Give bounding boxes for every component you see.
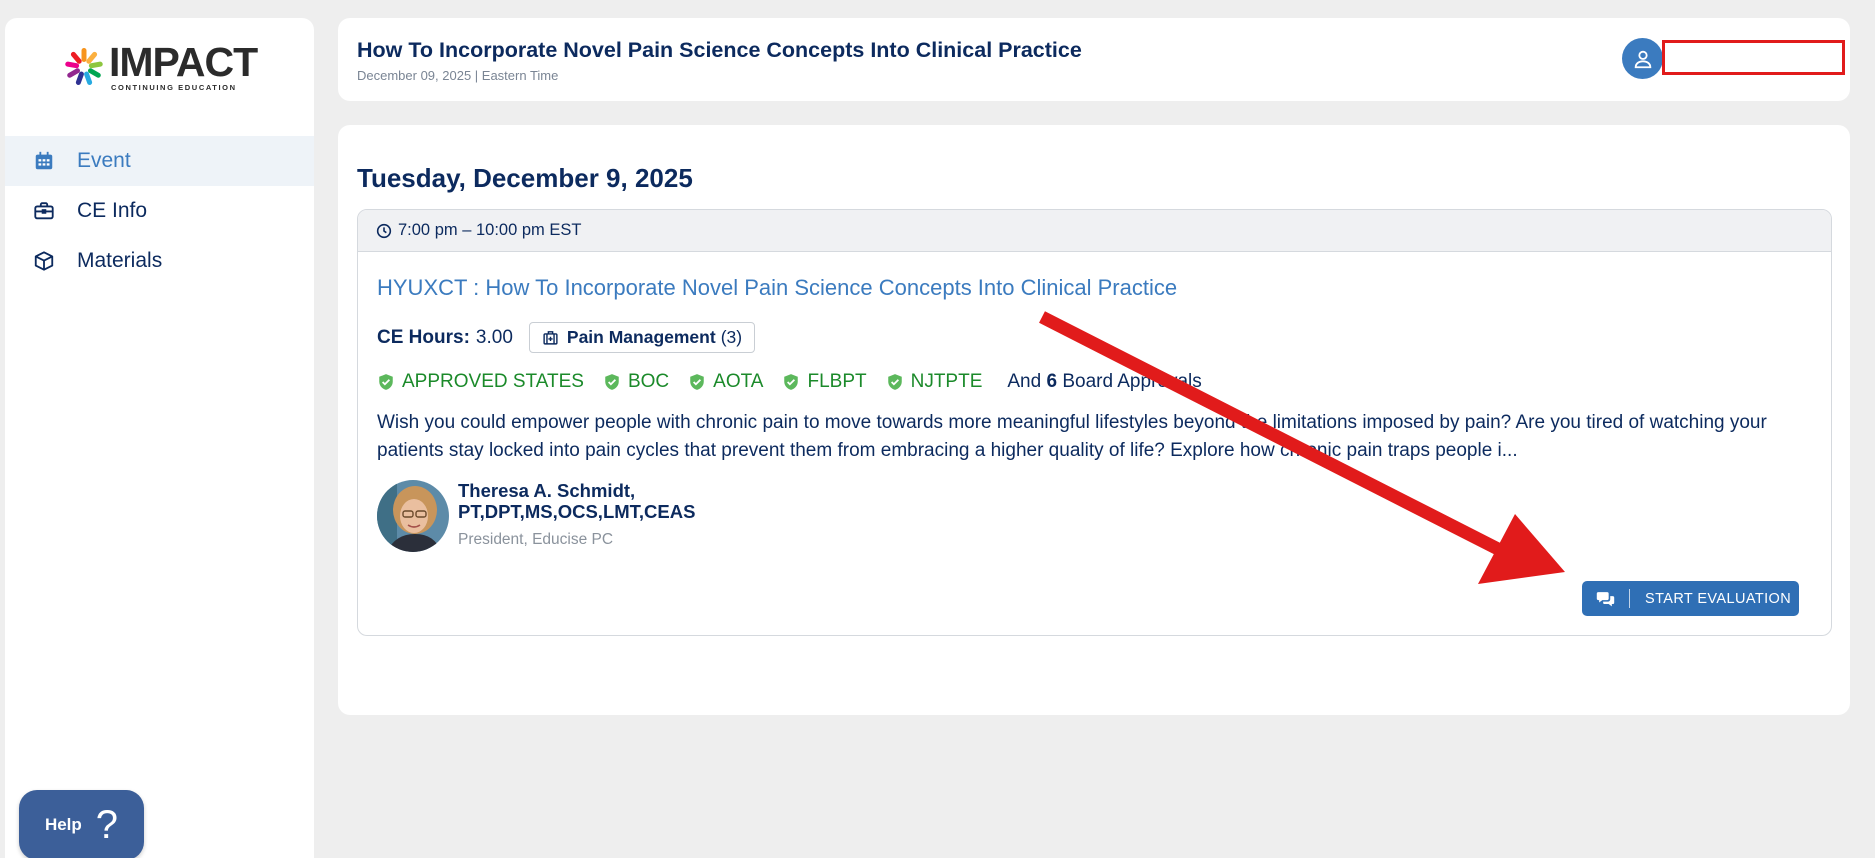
speaker-block: Theresa A. Schmidt, PT,DPT,MS,OCS,LMT,CE… [377,480,738,552]
approvals-row: APPROVED STATES BOC AOTA FLBPT NJTPTE An… [377,371,1202,393]
sidebar-item-materials[interactable]: Materials [5,236,314,286]
event-time: 7:00 pm – 10:00 pm EST [398,221,582,239]
start-evaluation-label: START EVALUATION [1645,590,1792,607]
page-subtitle: December 09, 2025 | Eastern Time [357,68,559,83]
logo-tagline: CONTINUING EDUCATION [111,83,237,92]
main-panel: Tuesday, December 9, 2025 7:00 pm – 10:0… [338,125,1850,715]
sidebar-item-label: Event [77,149,131,172]
ce-hours-value: 3.00 [475,326,513,348]
topic-chip-pain-management[interactable]: Pain Management (3) [528,322,756,353]
sidebar-nav: Event CE Info Materials [5,136,314,286]
topic-count: (3) [720,327,743,347]
box-icon [31,248,57,274]
event-card: 7:00 pm – 10:00 pm EST HYUXCT : How To I… [357,209,1832,636]
comments-icon [1582,589,1630,608]
user-avatar-button[interactable] [1622,38,1663,79]
approval-badge[interactable]: FLBPT [782,371,867,393]
ce-hours-label: CE Hours: [377,326,470,348]
shield-check-icon [379,374,393,390]
logo-wordmark: IMPACT [109,39,258,85]
page-header: How To Incorporate Novel Pain Science Co… [338,18,1850,101]
shield-check-icon [784,374,799,390]
approval-badge[interactable]: APPROVED STATES [377,371,584,393]
briefcase-icon [31,198,57,224]
speaker-photo [377,480,449,552]
ce-hours-row: CE Hours: 3.00 Pain Management (3) [377,322,756,353]
approval-badge[interactable]: AOTA [688,371,763,393]
user-icon [1634,50,1651,68]
speaker-role: President, Educise PC [458,531,614,548]
sidebar: IMPACT CONTINUING EDUCATION Event CE Inf… [5,18,314,858]
sidebar-item-label: Materials [77,249,163,272]
page-title: How To Incorporate Novel Pain Science Co… [357,38,1082,62]
help-label: Help [44,815,82,834]
calendar-icon [31,148,57,174]
sidebar-item-label: CE Info [77,199,148,222]
speaker-name[interactable]: Theresa A. Schmidt, PT,DPT,MS,OCS,LMT,CE… [458,480,738,522]
shield-check-icon [887,374,902,390]
start-evaluation-button[interactable]: START EVALUATION [1582,581,1799,616]
approval-badge[interactable]: NJTPTE [886,371,982,393]
brand-logo[interactable]: IMPACT CONTINUING EDUCATION [63,39,258,92]
approval-badge[interactable]: BOC [603,371,669,393]
user-name-redaction[interactable] [1662,40,1845,75]
clock-icon [376,223,392,238]
logo-star-icon [63,46,105,88]
topic-name: Pain Management [566,327,716,347]
help-button[interactable]: Help ? [19,790,144,858]
event-time-bar: 7:00 pm – 10:00 pm EST [358,210,1831,252]
sidebar-item-ce-info[interactable]: CE Info [5,186,314,236]
event-description: Wish you could empower people with chron… [377,412,1767,461]
medical-kit-icon [543,331,558,345]
question-icon: ? [95,803,119,847]
day-heading: Tuesday, December 9, 2025 [357,163,693,193]
sidebar-item-event[interactable]: Event [5,136,314,186]
shield-check-icon [605,374,619,390]
more-approvals-link[interactable]: And 6 Board Approvals [1007,371,1201,393]
event-title-link[interactable]: HYUXCT : How To Incorporate Novel Pain S… [377,275,1177,301]
shield-check-icon [690,374,704,390]
